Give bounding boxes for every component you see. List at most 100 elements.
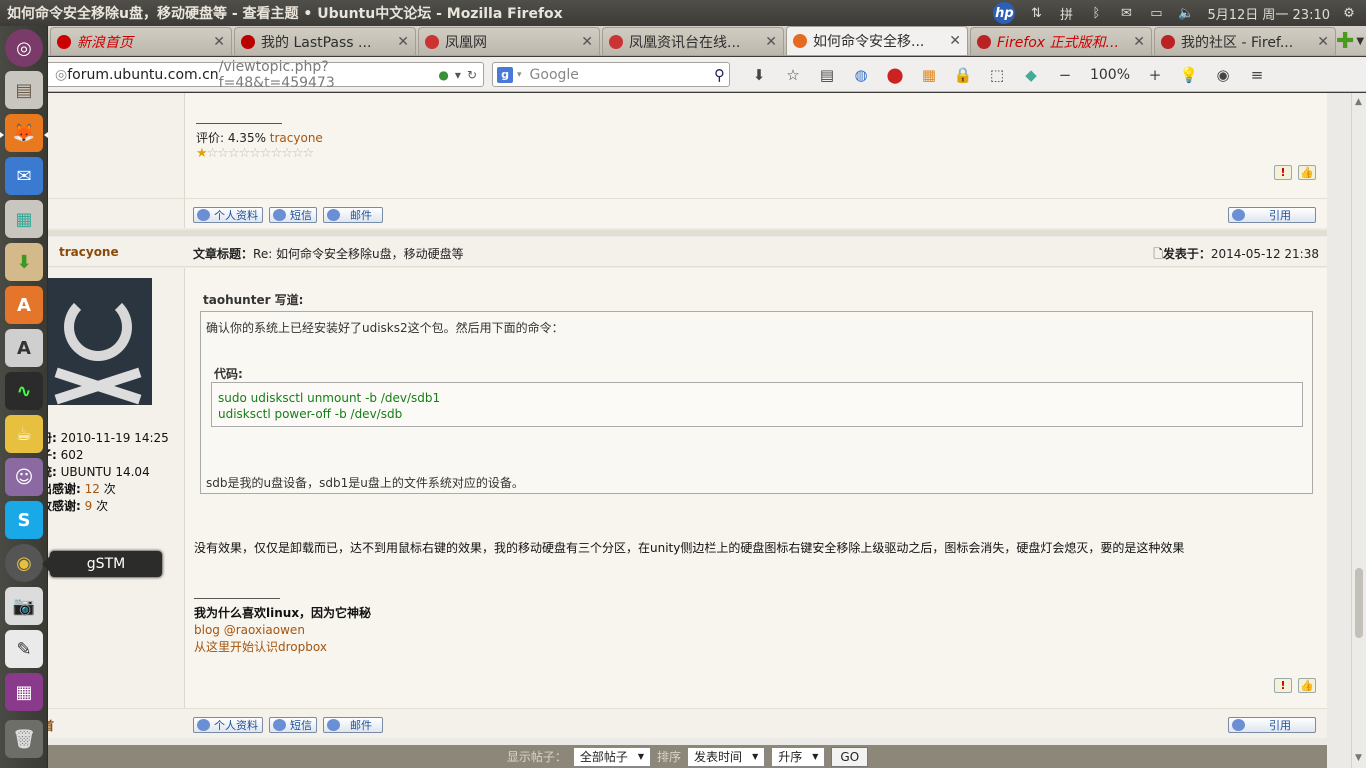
tab-close-icon[interactable]: ✕ bbox=[765, 34, 777, 50]
workspace-switcher-icon[interactable]: ▦ bbox=[5, 673, 43, 711]
vertical-scrollbar[interactable]: ▲ ▼ bbox=[1351, 93, 1366, 768]
addon-orange-icon[interactable]: ▦ bbox=[912, 63, 946, 87]
quote-button[interactable]: 引用 bbox=[1228, 717, 1316, 733]
screenshot-icon[interactable]: ⬚ bbox=[980, 63, 1014, 87]
tab-5[interactable]: Firefox 正式版和... ✕ bbox=[970, 27, 1152, 55]
signature-dropbox-link[interactable]: 从这里开始认识dropbox bbox=[194, 639, 371, 656]
top-link[interactable]: 页首 bbox=[48, 717, 54, 734]
search-icon[interactable]: ⚲ bbox=[714, 66, 725, 84]
system-monitor-icon[interactable]: ∿ bbox=[5, 372, 43, 410]
text-editor-icon[interactable]: ✎ bbox=[5, 630, 43, 668]
reload-icon[interactable]: ↻ bbox=[467, 68, 477, 82]
profile-button[interactable]: 个人资料 bbox=[193, 207, 263, 223]
sort-key-select[interactable]: 发表时间 ▼ bbox=[687, 746, 766, 767]
sort-order-select[interactable]: 升序 ▼ bbox=[771, 746, 826, 767]
lightbulb-icon[interactable]: 💡 bbox=[1172, 63, 1206, 87]
tab-close-icon[interactable]: ✕ bbox=[397, 34, 409, 50]
report-icon[interactable]: ! bbox=[1274, 165, 1292, 180]
camera-icon[interactable]: 📷 bbox=[5, 587, 43, 625]
adblock-icon[interactable]: ⬤ bbox=[878, 63, 912, 87]
tab-close-icon[interactable]: ✕ bbox=[949, 33, 961, 49]
thanks-icon[interactable]: 👍 bbox=[1298, 165, 1316, 180]
tab-1[interactable]: 我的 LastPass ... ✕ bbox=[234, 27, 416, 55]
scroll-down-icon[interactable]: ▼ bbox=[1355, 753, 1362, 763]
download-icon[interactable]: ⬇ bbox=[742, 63, 776, 87]
pm-button[interactable]: 短信 bbox=[269, 207, 317, 223]
color-addon-icon[interactable]: ◆ bbox=[1014, 63, 1048, 87]
email-button[interactable]: 邮件 bbox=[323, 717, 383, 733]
menu-icon[interactable]: ≡ bbox=[1240, 63, 1274, 87]
post-subject[interactable]: Re: 如何命令安全移除u盘，移动硬盘等 bbox=[253, 247, 464, 261]
battery-icon[interactable]: ▭ bbox=[1147, 5, 1165, 21]
report-icon[interactable]: ! bbox=[1274, 678, 1292, 693]
tab-0[interactable]: 新浪首页 ✕ bbox=[50, 27, 232, 55]
code-box[interactable]: sudo udisksctl unmount -b /dev/sdb1 udis… bbox=[211, 382, 1303, 427]
gstm-icon[interactable]: ◉ bbox=[5, 544, 43, 582]
thanks-icon[interactable]: 👍 bbox=[1298, 678, 1316, 693]
skype-icon[interactable]: S bbox=[5, 501, 43, 539]
bluetooth-icon[interactable]: ᛒ bbox=[1087, 5, 1105, 21]
input-method-icon[interactable]: 拼 bbox=[1057, 5, 1075, 23]
zoom-out-icon[interactable]: − bbox=[1048, 63, 1082, 87]
teapot-icon[interactable]: ☕ bbox=[5, 415, 43, 453]
globe-icon[interactable]: ● bbox=[438, 68, 448, 82]
tab-list-dropdown[interactable]: ▼ bbox=[1354, 27, 1366, 55]
prev-top-link[interactable]: 首 bbox=[48, 207, 185, 224]
user-info: 注册: 2010-11-19 14:25帖子: 602系统: UBUNTU 14… bbox=[48, 430, 169, 515]
trash-icon[interactable]: 🗑 bbox=[5, 720, 43, 758]
thunderbird-icon[interactable]: ✉ bbox=[5, 157, 43, 195]
google-search-icon[interactable]: g bbox=[497, 66, 513, 83]
url-dropdown-icon[interactable]: ▾ bbox=[455, 68, 461, 82]
go-button[interactable]: GO bbox=[831, 746, 869, 767]
pidgin-icon[interactable]: ☺ bbox=[5, 458, 43, 496]
scroll-thumb[interactable] bbox=[1355, 568, 1363, 638]
software-center-icon[interactable]: A bbox=[5, 286, 43, 324]
color-picker-icon[interactable]: ◉ bbox=[1206, 63, 1240, 87]
url-bar[interactable]: ◎ forum.ubuntu.com.cn /viewtopic.php?f=4… bbox=[44, 59, 484, 91]
disk-icon[interactable]: ▦ bbox=[5, 200, 43, 238]
email-button[interactable]: 邮件 bbox=[323, 207, 383, 223]
pm-button[interactable]: 短信 bbox=[269, 717, 317, 733]
dash-home-icon[interactable]: ◎ bbox=[5, 29, 43, 67]
search-dropdown-icon[interactable]: ▾ bbox=[517, 70, 522, 80]
user-info-suffix: 次 bbox=[99, 482, 116, 496]
tab-6[interactable]: 我的社区 - Firef... ✕ bbox=[1154, 27, 1336, 55]
download-manager-icon[interactable]: ⬇ bbox=[5, 243, 43, 281]
tab-3[interactable]: 凤凰资讯台在线... ✕ bbox=[602, 27, 784, 55]
quote-button[interactable]: 引用 bbox=[1228, 207, 1316, 223]
user-info-value[interactable]: 12 bbox=[85, 482, 100, 496]
firefox-icon[interactable]: 🦊 bbox=[5, 114, 43, 152]
signature-blog-link[interactable]: blog @raoxiaowen bbox=[194, 622, 371, 639]
lock-icon[interactable]: 🔒 bbox=[946, 63, 980, 87]
tab-close-icon[interactable]: ✕ bbox=[213, 34, 225, 50]
site-identity-icon[interactable]: ◎ bbox=[55, 67, 67, 83]
hp-icon[interactable]: hp bbox=[993, 2, 1016, 24]
tab-4[interactable]: 如何命令安全移... ✕ bbox=[786, 26, 968, 55]
show-posts-select[interactable]: 全部帖子 ▼ bbox=[572, 746, 652, 767]
clock[interactable]: 5月12日 周一 23:10 bbox=[1207, 4, 1330, 23]
files-icon[interactable]: ▤ bbox=[5, 71, 43, 109]
avatar[interactable] bbox=[48, 278, 152, 405]
bookmark-star-icon[interactable]: ☆ bbox=[776, 63, 810, 87]
new-tab-button[interactable]: ✚ bbox=[1336, 27, 1354, 55]
post-author-link[interactable]: tracyone bbox=[59, 245, 119, 259]
tab-close-icon[interactable]: ✕ bbox=[581, 34, 593, 50]
gear-icon[interactable]: ⚙ bbox=[1340, 5, 1358, 21]
scroll-up-icon[interactable]: ▲ bbox=[1355, 97, 1362, 107]
software-updater-icon[interactable]: A bbox=[5, 329, 43, 367]
user-info-key: 注册: bbox=[48, 431, 57, 445]
zoom-in-icon[interactable]: + bbox=[1138, 63, 1172, 87]
rating-user-link[interactable]: tracyone bbox=[270, 131, 323, 145]
tab-2[interactable]: 凤凰网 ✕ bbox=[418, 27, 600, 55]
user-info-row: 系统: UBUNTU 14.04 bbox=[48, 464, 169, 481]
network-icon[interactable]: ⇅ bbox=[1027, 5, 1045, 21]
tab-close-icon[interactable]: ✕ bbox=[1133, 34, 1145, 50]
search-bar[interactable]: g ▾ Google ⚲ bbox=[492, 62, 730, 87]
profile-button[interactable]: 个人资料 bbox=[193, 717, 263, 733]
bookmarks-list-icon[interactable]: ▤ bbox=[810, 63, 844, 87]
zoom-level[interactable]: 100% bbox=[1082, 67, 1138, 83]
globe-addon-icon[interactable]: ◍ bbox=[844, 63, 878, 87]
volume-icon[interactable]: 🔈 bbox=[1177, 5, 1195, 21]
tab-close-icon[interactable]: ✕ bbox=[1317, 34, 1329, 50]
mail-icon[interactable]: ✉ bbox=[1117, 5, 1135, 21]
